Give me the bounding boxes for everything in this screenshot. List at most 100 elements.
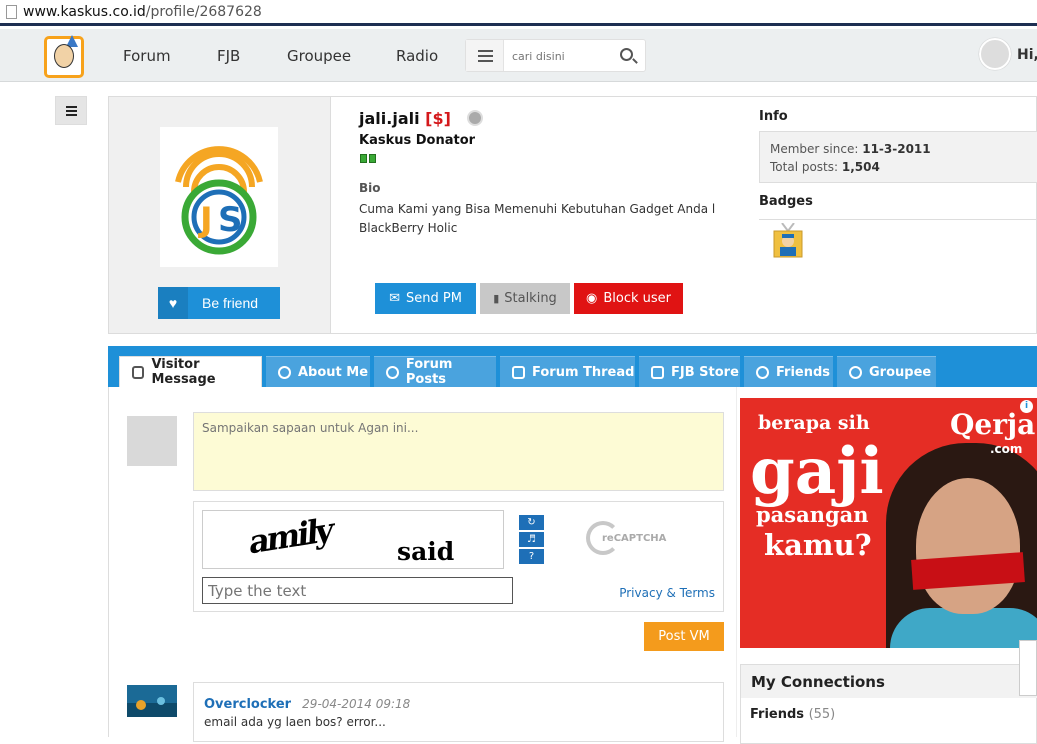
tab-friends[interactable]: Friends bbox=[744, 356, 833, 387]
user-greeting[interactable]: Hi, bbox=[1017, 47, 1037, 63]
profile-username: jali.jali [$] bbox=[359, 109, 483, 128]
help-icon[interactable]: ? bbox=[519, 549, 544, 564]
captcha-box: amily said ↻ ♬ ? reCAPTCHA Privacy & Ter… bbox=[193, 501, 724, 612]
profile-picture-panel: J S ♥ Be friend bbox=[109, 97, 331, 333]
tab-forum-posts[interactable]: Forum Posts bbox=[374, 356, 496, 387]
user-avatar[interactable] bbox=[979, 38, 1011, 70]
url-domain: www.kaskus.co.id bbox=[23, 3, 146, 20]
send-pm-label: Send PM bbox=[405, 291, 462, 306]
member-since-label: Member since: bbox=[770, 142, 859, 156]
tab-label: Visitor Message bbox=[151, 357, 216, 387]
member-since-value: 11-3-2011 bbox=[862, 142, 931, 156]
nav-radio[interactable]: Radio bbox=[396, 47, 438, 65]
note-icon bbox=[132, 365, 145, 379]
top-navigation: Forum FJB Groupee Radio Hi, bbox=[0, 29, 1037, 82]
ad-face bbox=[916, 478, 1020, 614]
cart-icon bbox=[651, 365, 664, 379]
tab-fjb-store[interactable]: FJB Store bbox=[639, 356, 740, 387]
bio-text: Cuma Kami yang Bisa Memenuhi Kebutuhan G… bbox=[359, 202, 716, 235]
ad-line-4: kamu? bbox=[764, 528, 872, 562]
reputation-icon bbox=[360, 154, 376, 163]
tab-label: About Me bbox=[298, 364, 369, 380]
sidebar-toggle-icon[interactable] bbox=[55, 96, 87, 125]
bulb-icon bbox=[756, 365, 769, 379]
kaskus-logo[interactable] bbox=[44, 35, 84, 78]
search-icon[interactable] bbox=[620, 48, 633, 61]
stalking-label: Stalking bbox=[504, 291, 557, 306]
stalking-button[interactable]: ▮ Stalking bbox=[480, 283, 570, 314]
captcha-word-2: said bbox=[397, 537, 455, 566]
recaptcha-logo: reCAPTCHA bbox=[586, 521, 666, 557]
profile-card: J S ♥ Be friend jali.jali [$] Kaskus Don… bbox=[108, 96, 1037, 334]
privacy-terms-link[interactable]: Privacy & Terms bbox=[619, 586, 715, 600]
nav-forum[interactable]: Forum bbox=[123, 47, 171, 65]
tab-groupee[interactable]: Groupee bbox=[837, 356, 936, 387]
page-icon bbox=[6, 4, 17, 19]
svg-text:S: S bbox=[218, 200, 243, 240]
block-user-button[interactable]: ◉ Block user bbox=[574, 283, 683, 314]
send-pm-button[interactable]: ✉ Send PM bbox=[375, 283, 476, 314]
captcha-word-1: amily bbox=[248, 510, 333, 562]
message-author-avatar bbox=[127, 685, 177, 717]
friends-number: (55) bbox=[808, 707, 836, 722]
svg-text:J: J bbox=[198, 200, 213, 240]
profile-tabs: Visitor Message About Me Forum Posts For… bbox=[108, 346, 1037, 387]
tab-label: Groupee bbox=[869, 364, 932, 380]
ad-shirt bbox=[890, 608, 1037, 648]
recaptcha-label: reCAPTCHA bbox=[602, 533, 667, 544]
connections-heading: My Connections bbox=[741, 665, 1037, 698]
bio-label: Bio bbox=[359, 181, 381, 195]
envelope-icon: ✉ bbox=[389, 291, 400, 306]
search-box bbox=[465, 39, 646, 72]
profile-picture: J S bbox=[160, 127, 278, 267]
heart-icon: ♥ bbox=[158, 287, 188, 319]
online-status-icon bbox=[466, 110, 483, 126]
group-icon bbox=[849, 365, 862, 379]
visitor-message-input[interactable] bbox=[193, 412, 724, 491]
donator-tag: [$] bbox=[425, 109, 451, 128]
side-widget[interactable] bbox=[1019, 640, 1037, 696]
message-date: 29-04-2014 09:18 bbox=[302, 697, 411, 711]
info-heading: Info bbox=[759, 109, 788, 124]
eye-slash-icon: ◉ bbox=[586, 291, 598, 306]
advertisement-banner[interactable]: berapa sih gaji pasangan kamu? Qerja .co… bbox=[740, 398, 1037, 648]
calendar-icon bbox=[512, 365, 525, 379]
ad-line-3: pasangan bbox=[756, 502, 869, 527]
user-icon bbox=[278, 365, 291, 379]
logo-face-icon bbox=[54, 44, 74, 68]
ad-line-1: berapa sih bbox=[758, 412, 870, 434]
friends-label: Friends bbox=[750, 707, 805, 722]
user-title: Kaskus Donator bbox=[359, 133, 476, 148]
username-text: jali.jali bbox=[359, 109, 420, 128]
total-posts-value: 1,504 bbox=[841, 160, 880, 174]
nav-fjb[interactable]: FJB bbox=[217, 47, 240, 65]
ad-line-2: gaji bbox=[750, 434, 884, 509]
badge-icon[interactable] bbox=[772, 222, 804, 259]
search-menu-icon[interactable] bbox=[466, 40, 504, 71]
browser-url-bar[interactable]: www.kaskus.co.id /profile/2687628 bbox=[0, 0, 1037, 26]
total-posts-label: Total posts: bbox=[770, 160, 839, 174]
visitor-avatar bbox=[127, 416, 177, 466]
audio-icon[interactable]: ♬ bbox=[519, 532, 544, 547]
message-author[interactable]: Overclocker bbox=[204, 697, 291, 712]
be-friend-label: Be friend bbox=[202, 295, 259, 311]
tab-label: Forum Thread bbox=[532, 364, 635, 380]
captcha-controls: ↻ ♬ ? bbox=[519, 515, 544, 565]
nav-groupee[interactable]: Groupee bbox=[287, 47, 351, 65]
visitor-message-item: Overclocker 29-04-2014 09:18 email ada y… bbox=[193, 682, 724, 742]
refresh-icon[interactable]: ↻ bbox=[519, 515, 544, 530]
captcha-input[interactable] bbox=[202, 577, 513, 604]
js-logo-icon: J S bbox=[175, 146, 263, 255]
be-friend-button[interactable]: ♥ Be friend bbox=[158, 287, 280, 319]
badges-divider bbox=[759, 219, 1037, 220]
ad-brand: Qerja bbox=[950, 408, 1036, 441]
tab-visitor-message[interactable]: Visitor Message bbox=[119, 356, 262, 387]
chat-icon bbox=[386, 365, 399, 379]
post-vm-button[interactable]: Post VM bbox=[644, 622, 724, 651]
tab-about-me[interactable]: About Me bbox=[266, 356, 370, 387]
ad-choices-icon[interactable]: i bbox=[1020, 400, 1033, 413]
bookmark-icon: ▮ bbox=[493, 292, 500, 305]
friends-count[interactable]: Friends (55) bbox=[750, 707, 835, 722]
tab-forum-thread[interactable]: Forum Thread bbox=[500, 356, 635, 387]
search-input[interactable] bbox=[512, 46, 612, 66]
